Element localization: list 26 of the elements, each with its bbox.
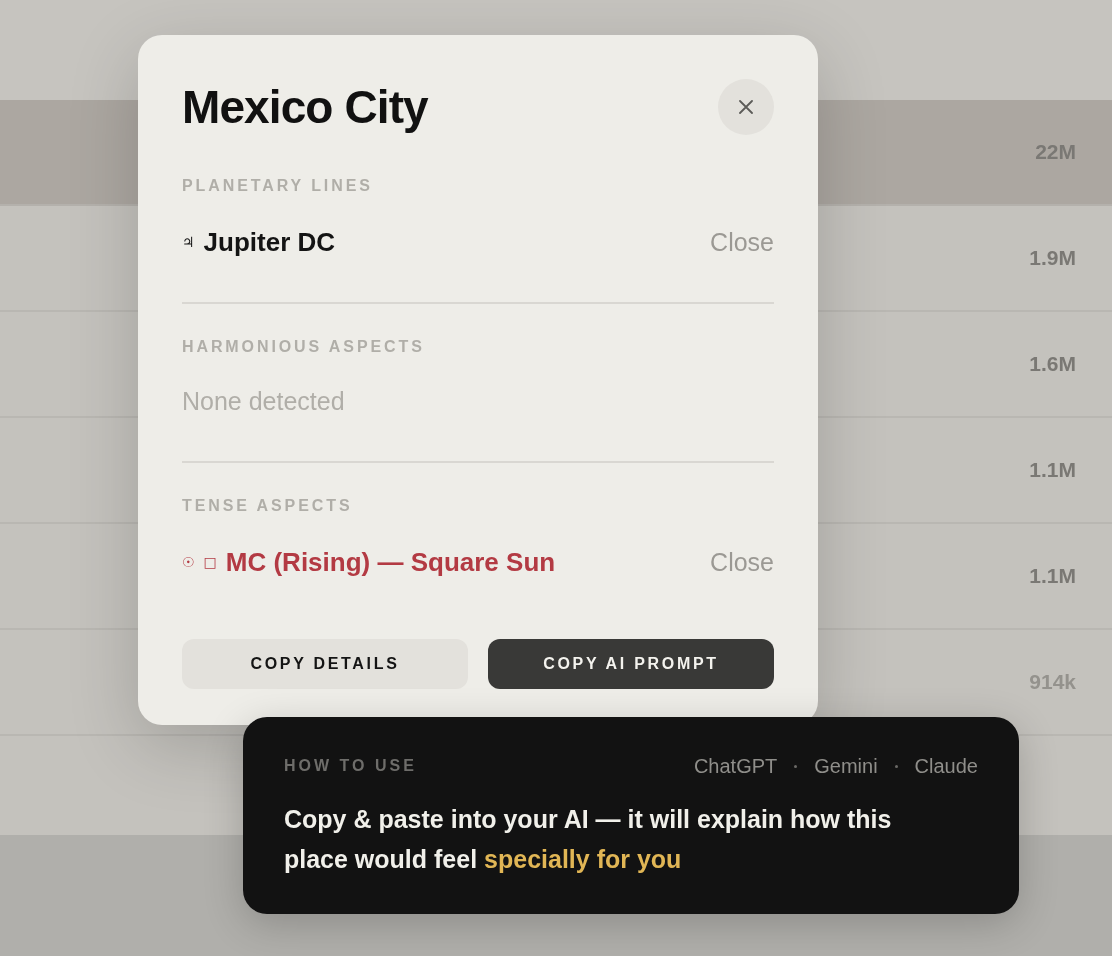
provider-name: ChatGPT	[693, 755, 778, 777]
astro-symbol: □	[203, 553, 217, 571]
proximity-label: Close	[710, 227, 774, 257]
close-icon	[739, 100, 753, 114]
astro-symbol: ♃	[182, 233, 195, 251]
copy-button[interactable]: COPY DETAILS	[182, 639, 468, 689]
dot-icon	[794, 764, 798, 768]
row-value: 1.6M	[1029, 352, 1076, 376]
empty-message: None detected	[182, 386, 345, 416]
aspect-label: Jupiter DC	[203, 227, 336, 257]
proximity-label: Close	[710, 547, 774, 577]
aspect-label: MC (Rising) — Square Sun	[225, 547, 556, 577]
row-value: 1.1M	[1029, 458, 1076, 482]
tooltip-message: Copy & paste into your AI — it will explain how this place would feel specially for you	[284, 804, 893, 875]
dot-icon	[894, 764, 898, 768]
section-heading: PLANETARY LINES	[182, 176, 373, 196]
section-heading: TENSE ASPECTS	[182, 496, 353, 516]
provider-name: Claude	[914, 755, 978, 777]
section-heading: HARMONIOUS ASPECTS	[182, 337, 425, 357]
dialog-title: Mexico City	[182, 82, 428, 132]
tooltip-heading: HOW TO USE	[284, 756, 417, 776]
copy-button[interactable]: COPY AI PROMPT	[488, 639, 774, 689]
row-value: 1.1M	[1029, 564, 1076, 588]
row-value: 1.9M	[1029, 246, 1076, 270]
astro-symbol: ☉	[182, 553, 195, 571]
provider-name: Gemini	[814, 755, 878, 777]
